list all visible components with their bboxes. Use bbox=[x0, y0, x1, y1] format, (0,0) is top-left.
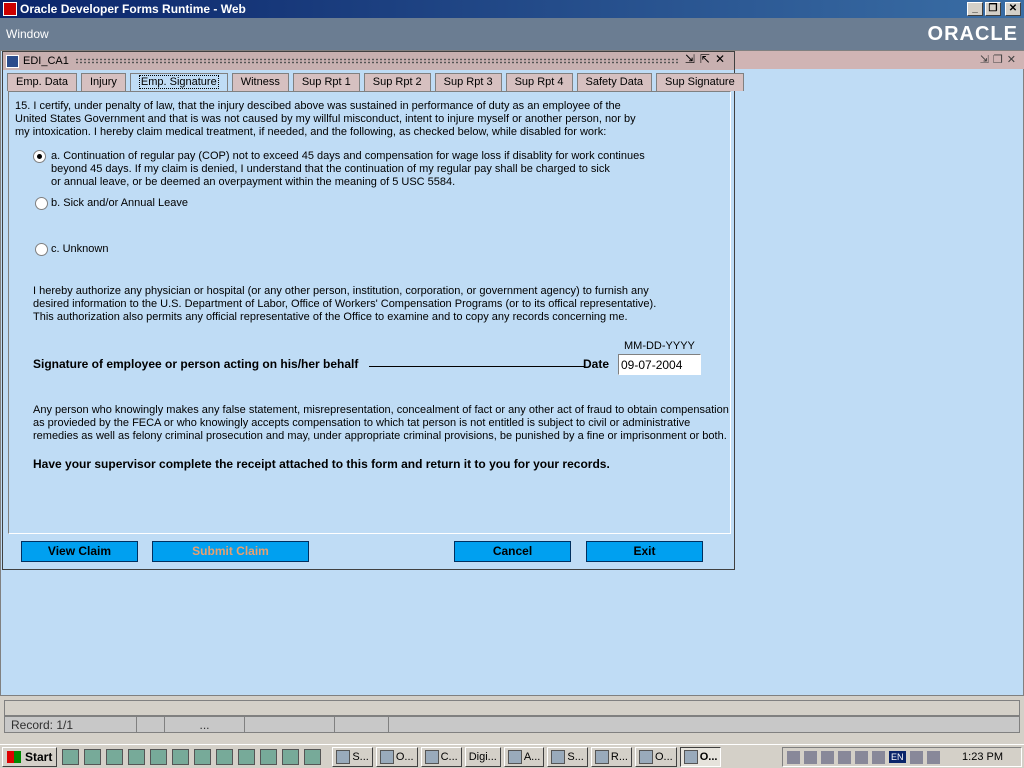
option-b-radio[interactable] bbox=[35, 197, 48, 210]
system-tray: EN 1:23 PM bbox=[782, 747, 1022, 767]
windows-flag-icon bbox=[7, 750, 21, 763]
restore-button[interactable]: ❐ bbox=[985, 2, 1001, 16]
tab-sup-rpt-4[interactable]: Sup Rpt 4 bbox=[505, 73, 573, 91]
status-area: Record: 1/1 ... bbox=[0, 696, 1024, 744]
cancel-button[interactable]: Cancel bbox=[454, 541, 571, 562]
tab-witness[interactable]: Witness bbox=[231, 73, 289, 91]
tab-emp-data[interactable]: Emp. Data bbox=[7, 73, 77, 91]
app-title: Oracle Developer Forms Runtime - Web bbox=[20, 2, 246, 16]
taskbar-item-active[interactable]: O... bbox=[679, 746, 722, 767]
menu-bar: Window ORACLE bbox=[0, 18, 1024, 50]
quicklaunch-icon[interactable] bbox=[172, 748, 190, 765]
app-icon bbox=[594, 749, 609, 764]
status-cell bbox=[137, 717, 165, 732]
menu-window[interactable]: Window bbox=[6, 27, 49, 41]
status-cell bbox=[245, 717, 335, 732]
status-bar: Record: 1/1 ... bbox=[4, 716, 1020, 733]
app-icon bbox=[336, 749, 351, 764]
taskbar-item[interactable]: R... bbox=[590, 746, 632, 767]
tab-sup-rpt-2[interactable]: Sup Rpt 2 bbox=[363, 73, 431, 91]
app-icon bbox=[683, 749, 698, 764]
quicklaunch-icon[interactable] bbox=[216, 748, 234, 765]
app-icon bbox=[507, 749, 522, 764]
quicklaunch-icon[interactable] bbox=[194, 748, 212, 765]
title-bar-grip bbox=[75, 58, 680, 64]
tab-sup-rpt-1[interactable]: Sup Rpt 1 bbox=[292, 73, 360, 91]
taskbar-item[interactable]: S... bbox=[547, 746, 588, 767]
app-icon bbox=[424, 749, 439, 764]
tray-icon[interactable] bbox=[909, 750, 923, 764]
taskbar-item[interactable]: C... bbox=[420, 746, 462, 767]
certification-text: 15. I certify, under penalty of law, tha… bbox=[15, 100, 636, 138]
fraud-warning-text: Any person who knowingly makes any false… bbox=[33, 404, 729, 442]
tray-icon[interactable] bbox=[855, 750, 868, 764]
option-c-radio[interactable] bbox=[35, 243, 48, 256]
tray-icon[interactable] bbox=[872, 750, 885, 764]
status-cell bbox=[335, 717, 389, 732]
authorization-text: I hereby authorize any physician or hosp… bbox=[33, 285, 657, 323]
form-window-title: EDI_CA1 bbox=[23, 55, 69, 67]
quicklaunch-icon[interactable] bbox=[260, 748, 278, 765]
tab-content-pane: 15. I certify, under penalty of law, tha… bbox=[8, 91, 731, 534]
app-title-bar: Oracle Developer Forms Runtime - Web _ ❐… bbox=[0, 0, 1024, 18]
quicklaunch-icon[interactable] bbox=[304, 748, 322, 765]
option-b-label: b. Sick and/or Annual Leave bbox=[51, 197, 188, 209]
quicklaunch-icon[interactable] bbox=[106, 748, 124, 765]
tab-injury[interactable]: Injury bbox=[80, 73, 126, 91]
date-label: Date bbox=[583, 357, 610, 371]
app-icon bbox=[639, 749, 653, 764]
tab-safety-data[interactable]: Safety Data bbox=[576, 73, 652, 91]
quicklaunch-icon[interactable] bbox=[84, 748, 102, 765]
tray-icon[interactable] bbox=[838, 750, 851, 764]
quicklaunch-icon[interactable] bbox=[128, 748, 146, 765]
minimize-button[interactable]: _ bbox=[967, 2, 983, 16]
taskbar-item[interactable]: O... bbox=[375, 746, 418, 767]
mail-icon[interactable] bbox=[926, 750, 940, 764]
quicklaunch-icon[interactable] bbox=[238, 748, 256, 765]
clock: 1:23 PM bbox=[962, 751, 1003, 763]
signature-line bbox=[369, 366, 585, 367]
status-ellipsis: ... bbox=[165, 717, 245, 732]
form-window-title-bar[interactable]: EDI_CA1 ⇲⇱✕ bbox=[3, 52, 734, 70]
form-window: EDI_CA1 ⇲⇱✕ Emp. Data Injury Emp. Signat… bbox=[2, 51, 744, 570]
form-icon bbox=[6, 54, 19, 68]
signature-label: Signature of employee or person acting o… bbox=[33, 357, 359, 371]
speaker-icon[interactable] bbox=[821, 750, 834, 764]
quicklaunch-icon[interactable] bbox=[62, 748, 80, 765]
start-button[interactable]: Start bbox=[2, 746, 58, 767]
option-c-label: c. Unknown bbox=[51, 243, 109, 255]
supervisor-note: Have your supervisor complete the receip… bbox=[33, 457, 610, 471]
taskbar-item[interactable]: Digi... bbox=[464, 746, 501, 767]
taskbar-item[interactable]: S... bbox=[332, 746, 373, 767]
taskbar: Start S... O... C... Digi... A... S... R… bbox=[0, 744, 1024, 768]
exit-button[interactable]: Exit bbox=[586, 541, 703, 562]
option-a-label: a. Continuation of regular pay (COP) not… bbox=[51, 150, 645, 188]
tab-sup-rpt-3[interactable]: Sup Rpt 3 bbox=[434, 73, 502, 91]
language-indicator[interactable]: EN bbox=[889, 751, 906, 763]
tab-strip: Emp. Data Injury Emp. Signature Witness … bbox=[7, 73, 748, 91]
tray-icon[interactable] bbox=[787, 750, 800, 764]
mdi-window-controls[interactable]: ⇲❐✕ bbox=[980, 53, 1020, 66]
oracle-logo: ORACLE bbox=[927, 23, 1018, 45]
view-claim-button[interactable]: View Claim bbox=[21, 541, 138, 562]
tab-emp-signature[interactable]: Emp. Signature bbox=[129, 73, 228, 91]
close-button[interactable]: ✕ bbox=[1005, 2, 1021, 16]
submit-claim-button[interactable]: Submit Claim bbox=[152, 541, 309, 562]
quicklaunch-icon[interactable] bbox=[282, 748, 300, 765]
mdi-window-strip: ⇲❐✕ bbox=[734, 51, 1024, 69]
tray-icon[interactable] bbox=[804, 750, 817, 764]
form-window-controls[interactable]: ⇲⇱✕ bbox=[685, 52, 730, 66]
tab-sup-signature[interactable]: Sup Signature bbox=[656, 73, 744, 91]
date-field[interactable] bbox=[618, 354, 701, 375]
message-line bbox=[4, 700, 1020, 716]
quicklaunch-icon[interactable] bbox=[150, 748, 168, 765]
app-icon bbox=[551, 749, 566, 764]
app-icon bbox=[3, 2, 17, 16]
option-a-radio[interactable] bbox=[33, 150, 46, 163]
taskbar-item[interactable]: A... bbox=[503, 746, 545, 767]
app-icon bbox=[379, 749, 394, 764]
date-format-hint: MM-DD-YYYY bbox=[624, 340, 695, 352]
taskbar-item[interactable]: O... bbox=[635, 746, 677, 767]
record-indicator: Record: 1/1 bbox=[5, 717, 137, 732]
